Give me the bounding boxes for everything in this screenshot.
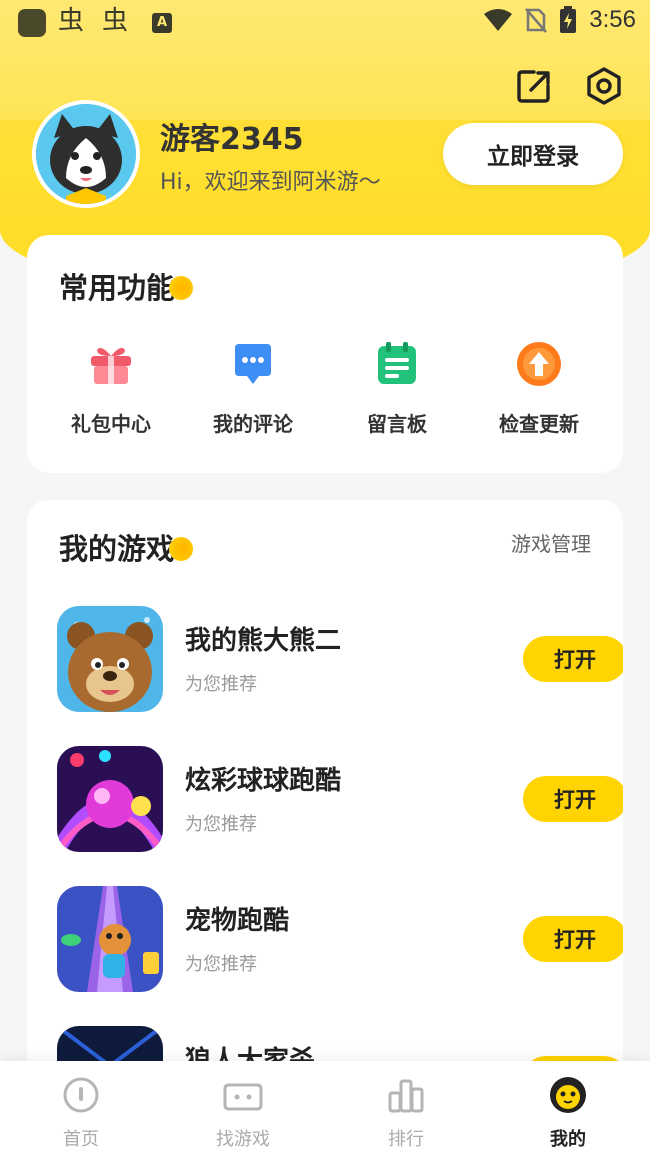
game-ball-icon [57,746,163,852]
game-name: 我的熊大熊二 [185,626,342,656]
func-gift-center[interactable]: 礼包中心 [51,340,171,437]
func-label: 留言板 [367,412,427,436]
gift-icon [91,348,131,384]
avatar[interactable] [32,100,140,208]
welcome-text: Hi，欢迎来到阿米游～ [160,170,381,195]
title-dot-icon [169,537,194,561]
husky-avatar-icon [36,104,136,204]
gamepad-icon [223,1083,263,1111]
game-pet-icon [57,886,163,992]
func-my-comments[interactable]: 我的评论 [193,340,313,437]
mine-icon [550,1077,586,1113]
update-icon [517,342,561,386]
a-badge-icon: A [152,13,172,33]
func-message-board[interactable]: 留言板 [337,340,457,437]
common-functions-title: 常用功能 [59,271,176,305]
battery-charging-icon [560,6,577,33]
settings-icon[interactable] [584,66,624,106]
list-item[interactable]: 我的熊大熊二 为您推荐 打开 [57,606,623,712]
ranking-icon [388,1079,424,1113]
open-game-button[interactable]: 打开 [523,776,623,822]
game-manage-link[interactable]: 游戏管理 [511,528,591,557]
func-label: 我的评论 [213,412,293,436]
home-icon [63,1077,99,1113]
func-label: 检查更新 [499,412,579,436]
tab-ranking[interactable]: 排行 [351,1075,461,1151]
clock: 3:56 [589,6,636,33]
game-name: 宠物跑酷 [185,906,290,936]
tab-label: 我的 [550,1129,586,1150]
open-game-button[interactable]: 打开 [523,636,623,682]
tab-label: 找游戏 [216,1129,270,1150]
section-title: 常用功能 [59,265,194,307]
game-subtitle: 为您推荐 [185,674,257,695]
tab-label: 首页 [63,1129,99,1150]
game-bear-icon [57,606,163,712]
title-dot-icon [169,276,194,300]
game-subtitle: 为您推荐 [185,954,257,975]
list-item[interactable]: 炫彩球球跑酷 为您推荐 打开 [57,746,623,852]
app-square-icon [18,9,46,37]
wifi-icon [484,9,513,31]
func-check-update[interactable]: 检查更新 [479,340,599,437]
common-functions-card: 常用功能 礼包中心 我的评论 留言板 检查更新 [27,235,623,473]
bug-notification-icon: 虫 [58,6,85,36]
list-item[interactable]: 宠物跑酷 为您推荐 打开 [57,886,623,992]
tab-label: 排行 [388,1129,424,1150]
no-sim-icon [525,8,548,33]
tab-home[interactable]: 首页 [26,1075,136,1151]
game-subtitle: 为您推荐 [185,814,257,835]
open-game-button[interactable]: 打开 [523,916,623,962]
my-games-card: 我的游戏 游戏管理 我的熊大熊二 为您推荐 打开 炫彩球球跑酷 为您推荐 打开 … [27,500,623,1120]
comment-icon [235,344,271,384]
tab-find-games[interactable]: 找游戏 [188,1075,298,1151]
share-icon[interactable] [514,66,554,106]
login-button[interactable]: 立即登录 [443,123,623,185]
username: 游客2345 [160,122,304,157]
section-title: 我的游戏 [59,526,194,568]
bottom-tab-bar: 首页 找游戏 排行 我的 [0,1061,650,1153]
tab-mine[interactable]: 我的 [513,1075,623,1151]
bug-notification-icon: 虫 [102,6,129,36]
game-name: 炫彩球球跑酷 [185,766,342,796]
func-label: 礼包中心 [71,412,151,436]
status-bar: 虫 虫 A 3:56 [0,0,650,48]
my-games-title: 我的游戏 [59,532,176,566]
board-icon [378,342,416,384]
